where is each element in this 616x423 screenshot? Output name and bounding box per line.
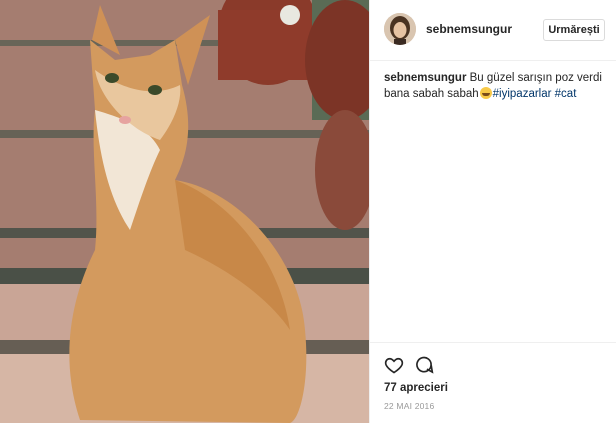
- post-date[interactable]: 22 MAI 2016: [384, 401, 434, 411]
- hashtag-link[interactable]: #cat: [555, 88, 577, 100]
- grinning-face-emoji-icon: [479, 87, 492, 99]
- caption-username[interactable]: sebnemsungur: [384, 72, 466, 84]
- likes-count[interactable]: 77 aprecieri: [384, 382, 448, 394]
- comment-icon[interactable]: [414, 355, 434, 375]
- author-username[interactable]: sebnemsungur: [426, 22, 512, 36]
- heart-icon[interactable]: [384, 355, 404, 375]
- hashtag-link[interactable]: #iyipazarlar: [493, 88, 552, 100]
- post-header: sebnemsungur Urmărești: [370, 0, 616, 61]
- cat-photo-illustration: [0, 0, 369, 423]
- post-side-panel: sebnemsungur Urmărești sebnemsungur Bu g…: [370, 0, 616, 423]
- post-caption: sebnemsungur Bu güzel sarışın poz verdi …: [384, 70, 609, 102]
- author-avatar[interactable]: [384, 13, 416, 45]
- following-button[interactable]: Urmărești: [543, 19, 605, 41]
- post-photo[interactable]: [0, 0, 369, 423]
- avatar-image: [384, 13, 416, 45]
- post-actions: [370, 342, 616, 383]
